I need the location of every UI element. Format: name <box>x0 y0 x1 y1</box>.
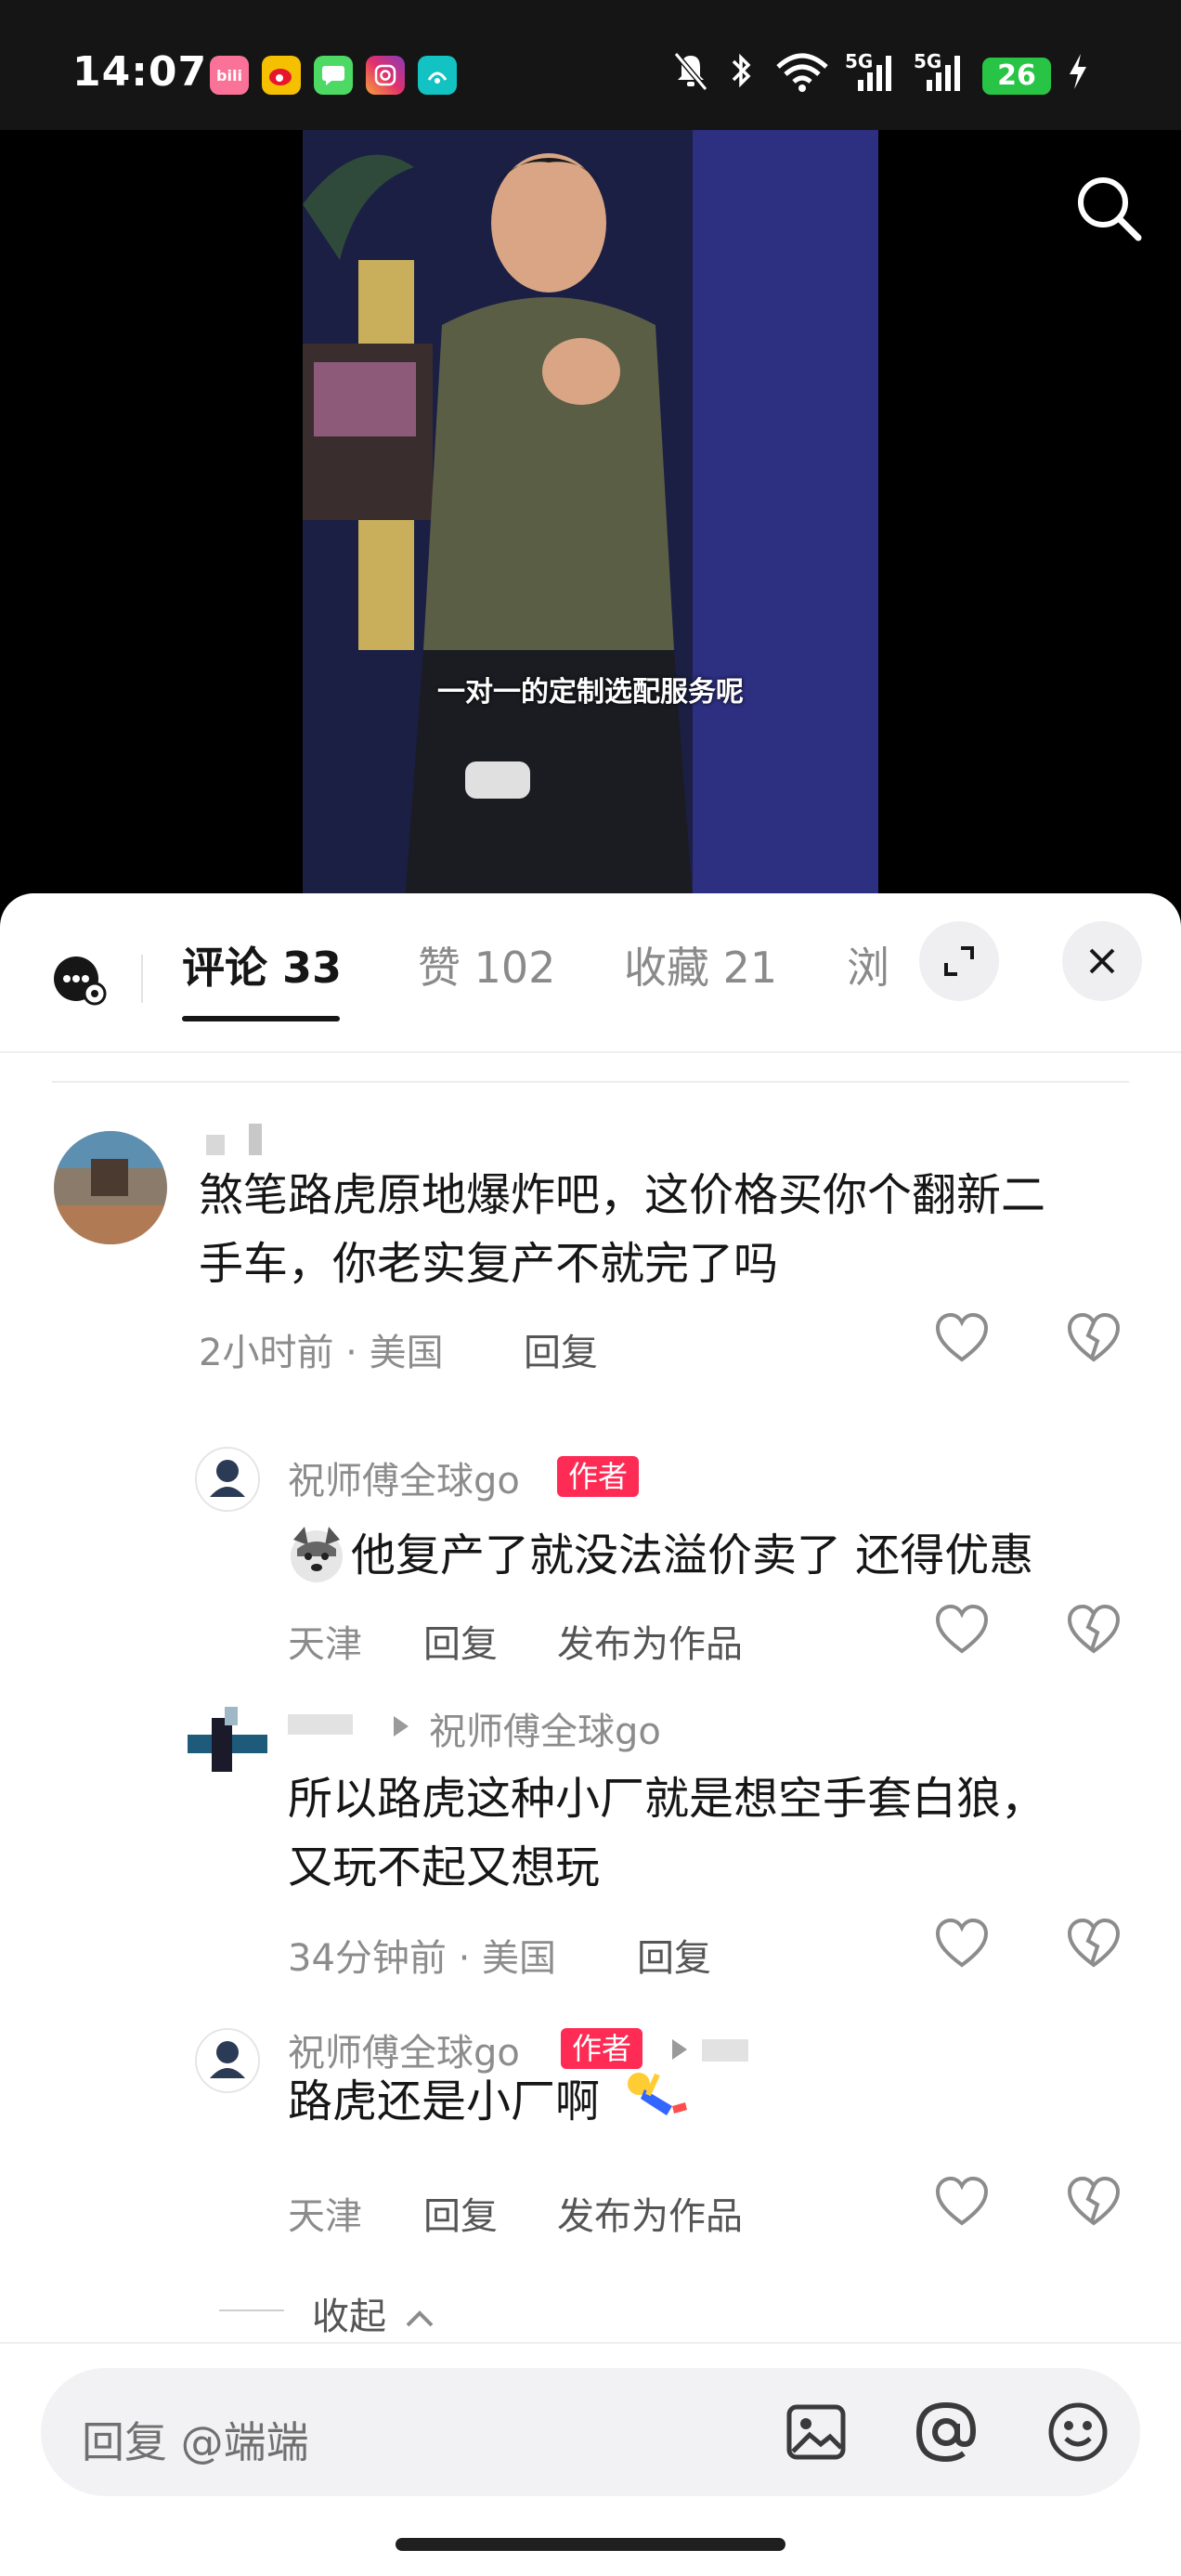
video-thumbnail <box>303 130 878 901</box>
tab-separator <box>141 955 143 1003</box>
status-time: 14:07 <box>72 48 208 96</box>
publish-as-post-button[interactable]: 发布为作品 <box>557 1614 743 1668</box>
instagram-icon <box>366 56 405 95</box>
tab-favorites[interactable]: 收藏 21 <box>624 934 777 995</box>
signal-icon <box>858 56 891 91</box>
reply-button[interactable]: 回复 <box>423 2186 498 2240</box>
avatar[interactable] <box>195 1447 260 1512</box>
comment-text: 煞笔路虎原地爆炸吧，这价格买你个翻新二 手车，你老实复产不就完了吗 <box>199 1169 1046 1290</box>
at-mention-icon[interactable] <box>914 2400 979 2465</box>
video-frame <box>303 130 878 901</box>
blurred-username[interactable] <box>206 1124 271 1159</box>
chat-settings-icon[interactable] <box>52 953 108 1008</box>
charging-icon <box>1070 54 1086 89</box>
video-player[interactable]: 一对一的定制选配服务呢 <box>0 130 1181 901</box>
tab-comments[interactable]: 评论 33 <box>182 934 342 995</box>
author-badge: 作者 <box>557 1456 640 1497</box>
dislike-broken-heart-icon[interactable] <box>1064 1601 1123 1660</box>
reply-to-username[interactable]: 祝师傅全球go <box>429 1701 661 1755</box>
dislike-broken-heart-icon[interactable] <box>1064 1915 1123 1974</box>
like-heart-icon[interactable] <box>932 1309 992 1369</box>
author-badge: 作者 <box>561 2028 643 2069</box>
dislike-broken-heart-icon[interactable] <box>1064 1309 1123 1369</box>
dislike-broken-heart-icon[interactable] <box>1064 2173 1123 2232</box>
blurred-username[interactable] <box>702 2039 748 2062</box>
reply-button[interactable]: 回复 <box>423 1614 498 1668</box>
image-icon[interactable] <box>784 2400 849 2465</box>
blurred-username[interactable] <box>288 1709 353 1740</box>
chevron-up-icon <box>406 2310 434 2327</box>
mute-icon <box>673 52 708 91</box>
avatar-image <box>197 2030 258 2091</box>
status-bar: 14:07 bili 5G 5G 26 <box>0 0 1181 130</box>
comment-meta: 34分钟前 · 美国 <box>288 1937 557 1980</box>
signal-icon <box>927 56 960 91</box>
bilibili-icon: bili <box>210 56 249 95</box>
comment-text: 路虎还是小厂啊 <box>288 2075 601 2127</box>
username[interactable]: 祝师傅全球go <box>288 1451 520 1504</box>
like-heart-icon[interactable] <box>932 1915 992 1974</box>
expand-icon <box>944 946 974 976</box>
battery-level: 26 <box>982 58 1051 95</box>
tab-views[interactable]: 浏 <box>847 934 889 995</box>
video-subtitle: 一对一的定制选配服务呢 <box>437 676 744 709</box>
home-indicator[interactable] <box>396 2538 785 2551</box>
comment-meta: 2小时前 · 美国 <box>199 1332 444 1374</box>
comment-location: 天津 <box>288 2195 362 2238</box>
comments-divider <box>52 1081 1129 1083</box>
reply-button[interactable]: 回复 <box>524 1322 598 1376</box>
tab-likes[interactable]: 赞 102 <box>418 934 555 995</box>
app-icon <box>418 56 457 95</box>
avatar-image <box>54 1131 167 1244</box>
reply-input[interactable]: 回复 @端端 <box>41 2368 1140 2496</box>
comment-sheet: 评论 33 赞 102 收藏 21 浏 煞笔路虎原地爆炸吧，这价格买你个翻新二 … <box>0 893 1181 2576</box>
falling-figure-emoji-icon <box>628 2073 687 2115</box>
publish-as-post-button[interactable]: 发布为作品 <box>557 2186 743 2240</box>
expand-button[interactable] <box>919 921 999 1001</box>
header-divider <box>0 1051 1181 1053</box>
like-heart-icon[interactable] <box>932 2173 992 2232</box>
comment-text: 他复产了就没法溢价卖了 还得优惠 <box>351 1529 1034 1581</box>
close-icon <box>1089 948 1115 974</box>
reply-input-placeholder: 回复 @端端 <box>82 2417 309 2467</box>
active-tab-indicator <box>182 1016 340 1021</box>
comment-text: 所以路虎这种小厂就是想空手套白狼， 又玩不起又想玩 <box>288 1773 1046 1893</box>
bluetooth-icon <box>732 53 751 88</box>
messages-icon <box>314 56 353 95</box>
avatar[interactable] <box>195 2028 260 2093</box>
reply-arrow-icon <box>672 2039 687 2060</box>
search-icon[interactable] <box>1070 169 1148 247</box>
avatar[interactable] <box>188 1707 267 1787</box>
reply-arrow-icon <box>394 1716 409 1737</box>
avatar-image <box>188 1707 267 1787</box>
weibo-icon <box>262 56 301 95</box>
avatar-image <box>197 1449 258 1510</box>
reply-button[interactable]: 回复 <box>637 1928 711 1982</box>
avatar[interactable] <box>54 1131 167 1244</box>
comment-location: 天津 <box>288 1623 362 1666</box>
emoji-icon[interactable] <box>1045 2400 1110 2465</box>
collapse-replies-button[interactable]: 收起 <box>312 2286 435 2340</box>
wifi-icon <box>776 53 828 92</box>
dog-emoji-icon <box>291 1527 343 1582</box>
collapse-line <box>219 2309 284 2311</box>
like-heart-icon[interactable] <box>932 1601 992 1660</box>
close-button[interactable] <box>1062 921 1142 1001</box>
